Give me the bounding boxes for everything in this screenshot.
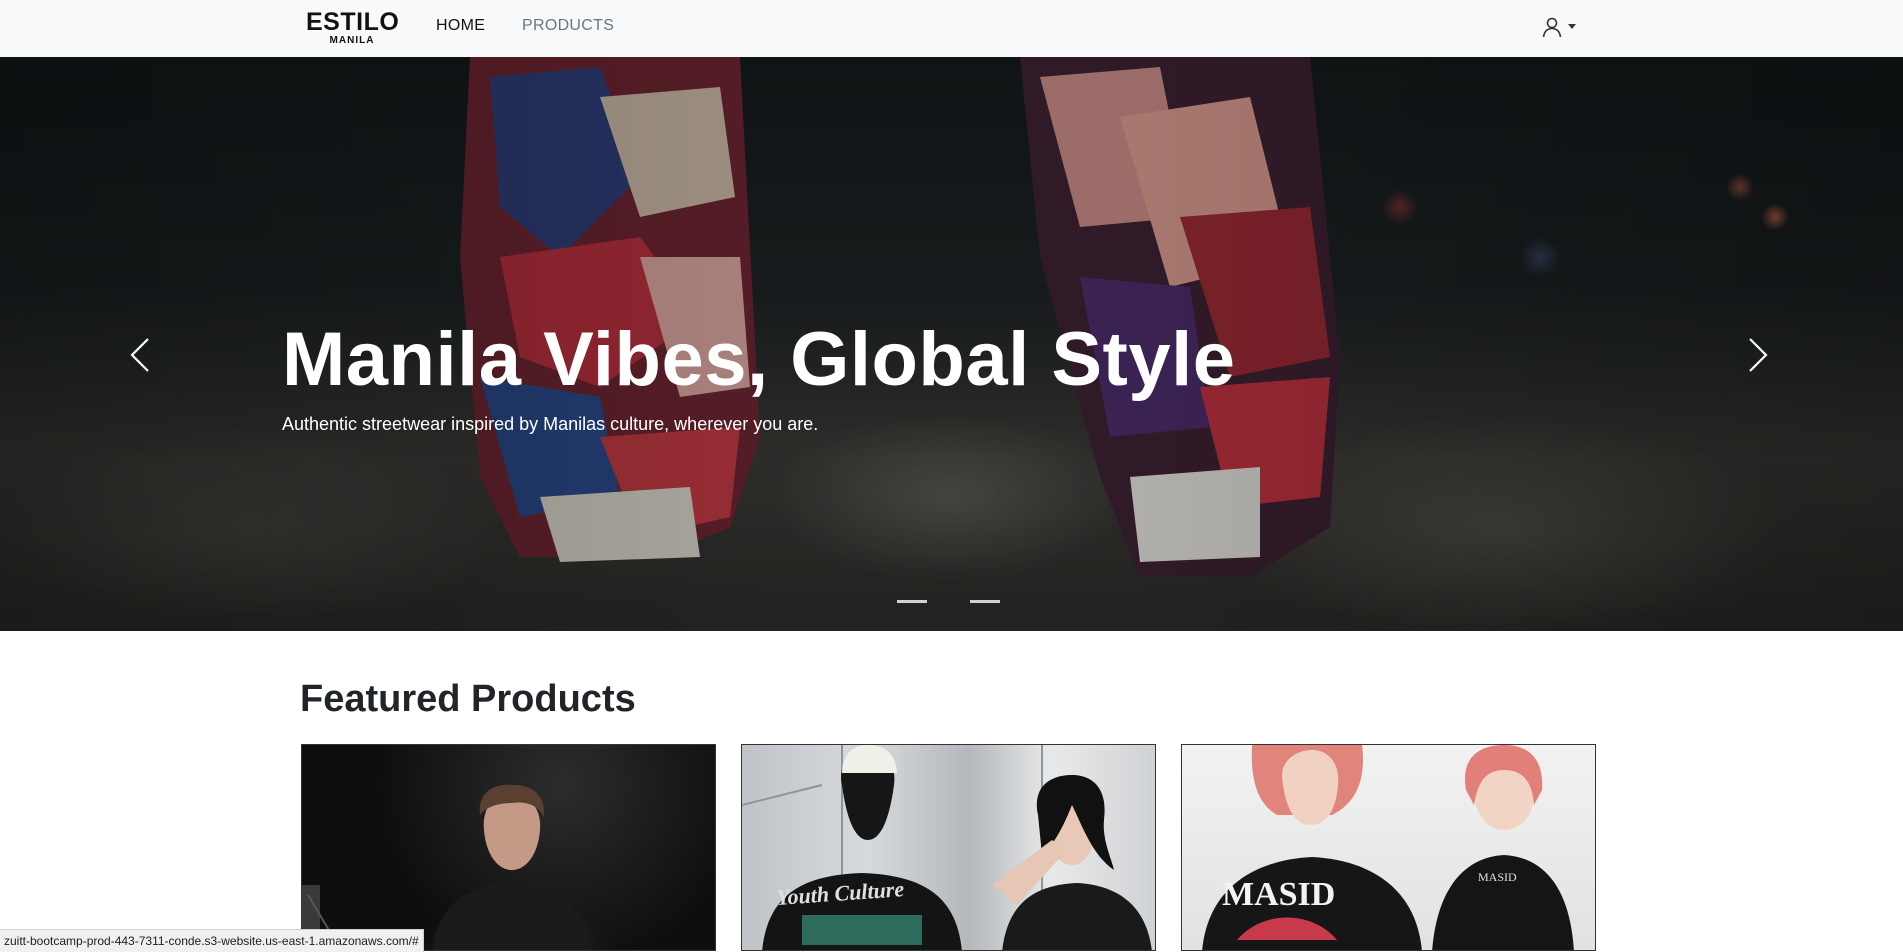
carousel-indicator-2[interactable] xyxy=(970,600,1000,603)
carousel-prev-button[interactable] xyxy=(110,325,170,385)
user-menu-dropdown[interactable] xyxy=(1540,14,1576,40)
brand-name: ESTILO xyxy=(306,8,400,36)
browser-status-url: zuitt-bootcamp-prod-443-7311-conde.s3-we… xyxy=(0,929,424,952)
featured-products-heading: Featured Products xyxy=(300,678,636,720)
brand-tagline: MANILA xyxy=(329,35,375,46)
chevron-right-icon xyxy=(1749,338,1768,372)
product-image: MASID MASID xyxy=(1202,745,1574,950)
product-card-1[interactable] xyxy=(301,744,716,951)
carousel-indicator-1[interactable] xyxy=(897,600,927,603)
chevron-left-icon xyxy=(130,338,149,372)
hero-subtitle: Authentic streetwear inspired by Manilas… xyxy=(282,414,819,434)
hero-carousel: Manila Vibes, Global Style Authentic str… xyxy=(0,57,1903,631)
hero-title: Manila Vibes, Global Style xyxy=(282,317,1236,402)
carousel-next-button[interactable] xyxy=(1728,325,1788,385)
user-icon xyxy=(1542,17,1562,38)
product-image: Youth Culture xyxy=(742,745,1152,950)
product-card-3[interactable]: MASID MASID xyxy=(1181,744,1596,951)
brand-logo[interactable]: ESTILO MANILA xyxy=(306,8,400,47)
product-image xyxy=(302,784,592,950)
nav-link-home[interactable]: HOME xyxy=(436,17,485,35)
product-print-text: MASID xyxy=(1222,876,1335,913)
chevron-down-icon xyxy=(1568,24,1576,29)
navbar: ESTILO MANILA HOME PRODUCTS xyxy=(0,0,1903,58)
product-card-2[interactable]: Youth Culture xyxy=(741,744,1156,951)
nav-link-products[interactable]: PRODUCTS xyxy=(522,17,614,35)
product-print-text-small: MASID xyxy=(1478,870,1517,884)
